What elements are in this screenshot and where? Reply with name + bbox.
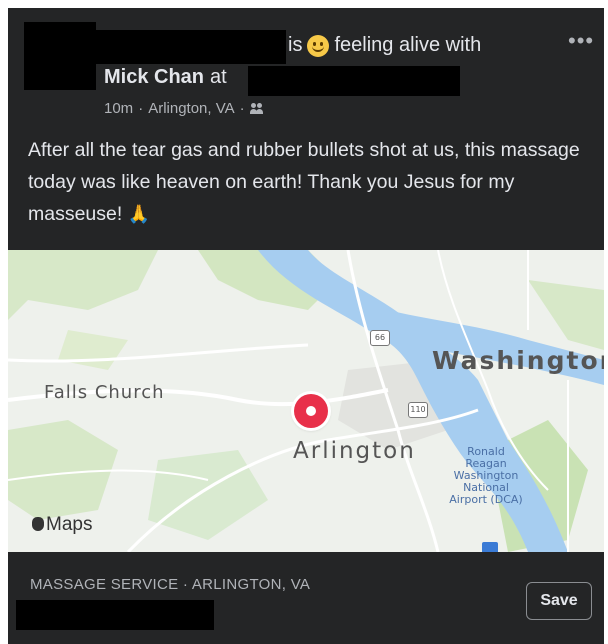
map-label-arlington: Arlington	[293, 438, 416, 464]
redacted-place-title	[16, 600, 214, 630]
meta-separator: ·	[138, 100, 144, 117]
post-text: After all the tear gas and rubber bullet…	[28, 134, 588, 230]
airport-icon	[482, 542, 498, 552]
smiling-emoji-icon	[307, 34, 330, 57]
redacted-author-name	[96, 30, 286, 64]
map-label-airport: Ronald Reagan Washington National Airpor…	[449, 445, 523, 506]
route-110-shield: 110	[408, 402, 428, 418]
post-body: After all the tear gas and rubber bullet…	[28, 139, 580, 225]
more-options-icon[interactable]: •••	[568, 30, 594, 52]
apple-icon	[32, 517, 44, 531]
tagged-line: Mick Chan at	[104, 66, 227, 89]
location-map[interactable]: 66 110 Washington Falls Church Arlington…	[8, 250, 604, 552]
redacted-avatar	[24, 22, 96, 90]
praying-hands-icon: 🙏	[127, 204, 151, 224]
redacted-place-name	[248, 66, 460, 96]
post-meta: 10m · Arlington, VA ·	[104, 100, 264, 117]
apple-maps-attribution: Maps	[32, 514, 92, 536]
route-66-shield: 66	[370, 330, 390, 346]
map-label-falls-church: Falls Church	[44, 382, 165, 403]
feeling-label: feeling alive with	[334, 34, 482, 56]
post-time[interactable]: 10m	[104, 100, 133, 117]
place-category: MASSAGE SERVICE · ARLINGTON, VA	[30, 576, 311, 593]
friends-audience-icon[interactable]	[249, 102, 264, 115]
is-label: is	[288, 34, 303, 56]
feeling-line: is feeling alive with	[288, 34, 481, 57]
save-button[interactable]: Save	[526, 582, 592, 620]
meta-separator: ·	[239, 100, 245, 117]
tagged-friend-name[interactable]: Mick Chan	[104, 66, 204, 89]
post-location[interactable]: Arlington, VA	[148, 100, 234, 117]
maps-label: Maps	[46, 514, 93, 535]
at-label: at	[210, 66, 227, 88]
location-pin-icon[interactable]	[294, 394, 328, 428]
post-card: is feeling alive with ••• Mick Chan at 1…	[8, 8, 604, 644]
map-label-washington: Washington	[432, 346, 604, 375]
